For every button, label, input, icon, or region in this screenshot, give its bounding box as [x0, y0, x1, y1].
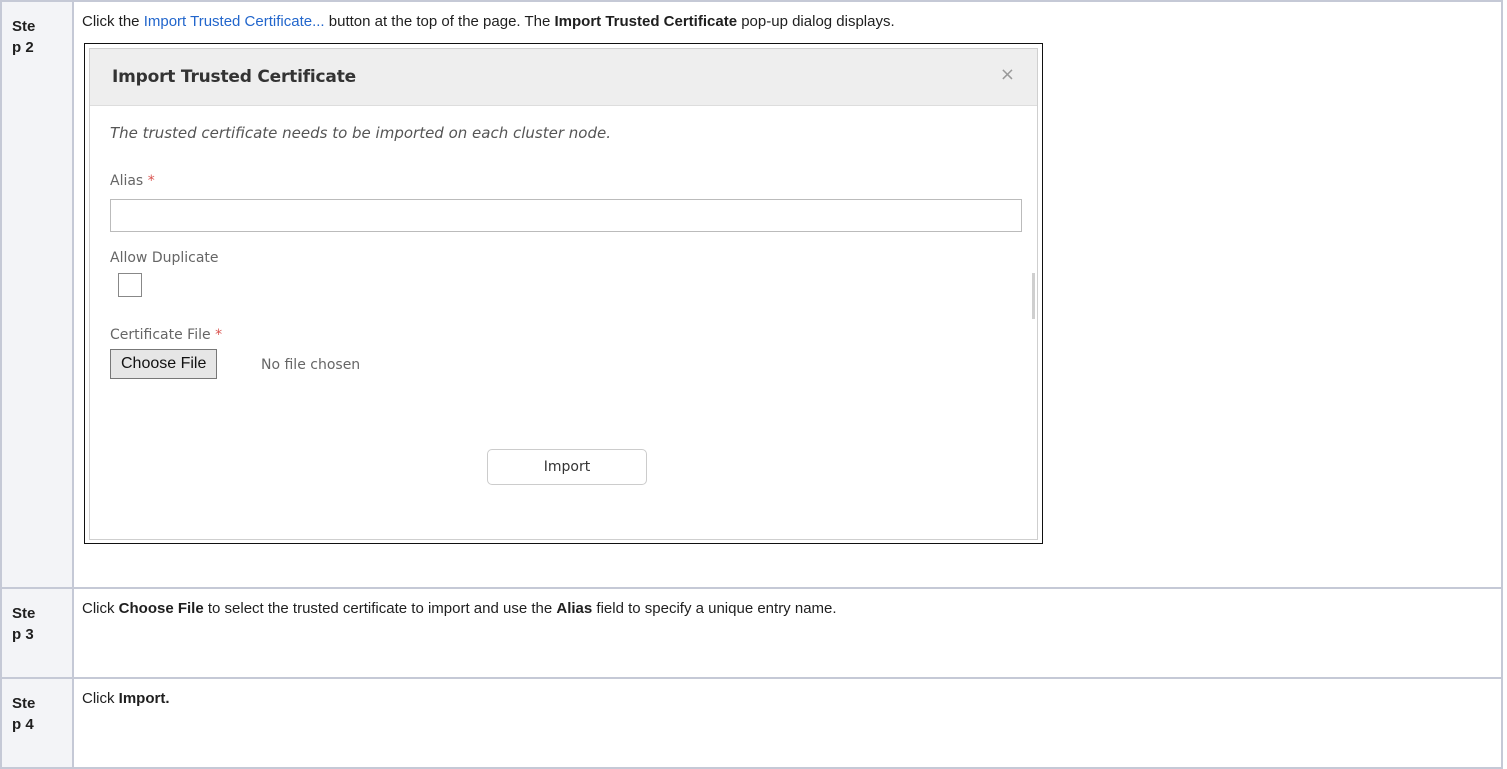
dialog-title: Import Trusted Certificate	[112, 67, 356, 87]
step-text-part: field to specify a unique entry name.	[592, 600, 837, 617]
step-text-bold: Import Trusted Certificate	[554, 13, 738, 30]
certificate-file-label: Certificate File *	[110, 327, 223, 343]
step-text-bold: Import.	[118, 690, 170, 707]
import-trusted-certificate-dialog: Import Trusted Certificate × The trusted…	[89, 48, 1038, 540]
no-file-chosen-text: No file chosen	[261, 357, 361, 373]
step-text-part: Click	[82, 600, 119, 617]
import-button[interactable]: Import	[487, 449, 647, 485]
step-text-bold: Choose File	[118, 600, 204, 617]
close-icon[interactable]: ×	[1000, 65, 1015, 85]
step-row: Step 2 Click the Import Trusted Certific…	[0, 0, 1503, 589]
step-label: Step 4	[0, 677, 74, 769]
dialog-header: Import Trusted Certificate ×	[90, 49, 1037, 106]
step-text-part: button at the top of the page. The	[324, 13, 555, 30]
allow-duplicate-checkbox[interactable]	[118, 273, 142, 297]
required-marker: *	[147, 173, 155, 189]
step-text: Click the Import Trusted Certificate... …	[72, 0, 1503, 589]
step-text-part: pop-up dialog displays.	[737, 13, 895, 30]
import-trusted-certificate-link[interactable]: Import Trusted Certificate...	[144, 13, 325, 30]
step-row: Step 3 Click Choose File to select the t…	[0, 587, 1503, 679]
step-text-bold: Alias	[556, 600, 593, 617]
scrollbar[interactable]	[1032, 273, 1035, 319]
step-row: Step 4 Click Import.	[0, 677, 1503, 769]
step-text: Click Choose File to select the trusted …	[72, 587, 1503, 679]
alias-label: Alias *	[110, 173, 155, 189]
step-label: Step 3	[0, 587, 74, 679]
step-text: Click Import.	[72, 677, 1503, 769]
dialog-screenshot: Import Trusted Certificate × The trusted…	[84, 43, 1043, 544]
allow-duplicate-label: Allow Duplicate	[110, 250, 219, 266]
steps-table: Step 2 Click the Import Trusted Certific…	[0, 0, 1503, 769]
step-text-part: to select the trusted certificate to imp…	[203, 600, 557, 617]
required-marker: *	[215, 327, 223, 343]
step-label: Step 2	[0, 0, 74, 589]
step-text-part: Click the	[82, 13, 144, 30]
alias-input[interactable]	[110, 199, 1022, 232]
step-text-part: Click	[82, 690, 119, 707]
choose-file-button[interactable]: Choose File	[110, 349, 218, 379]
dialog-note: The trusted certificate needs to be impo…	[110, 124, 611, 142]
